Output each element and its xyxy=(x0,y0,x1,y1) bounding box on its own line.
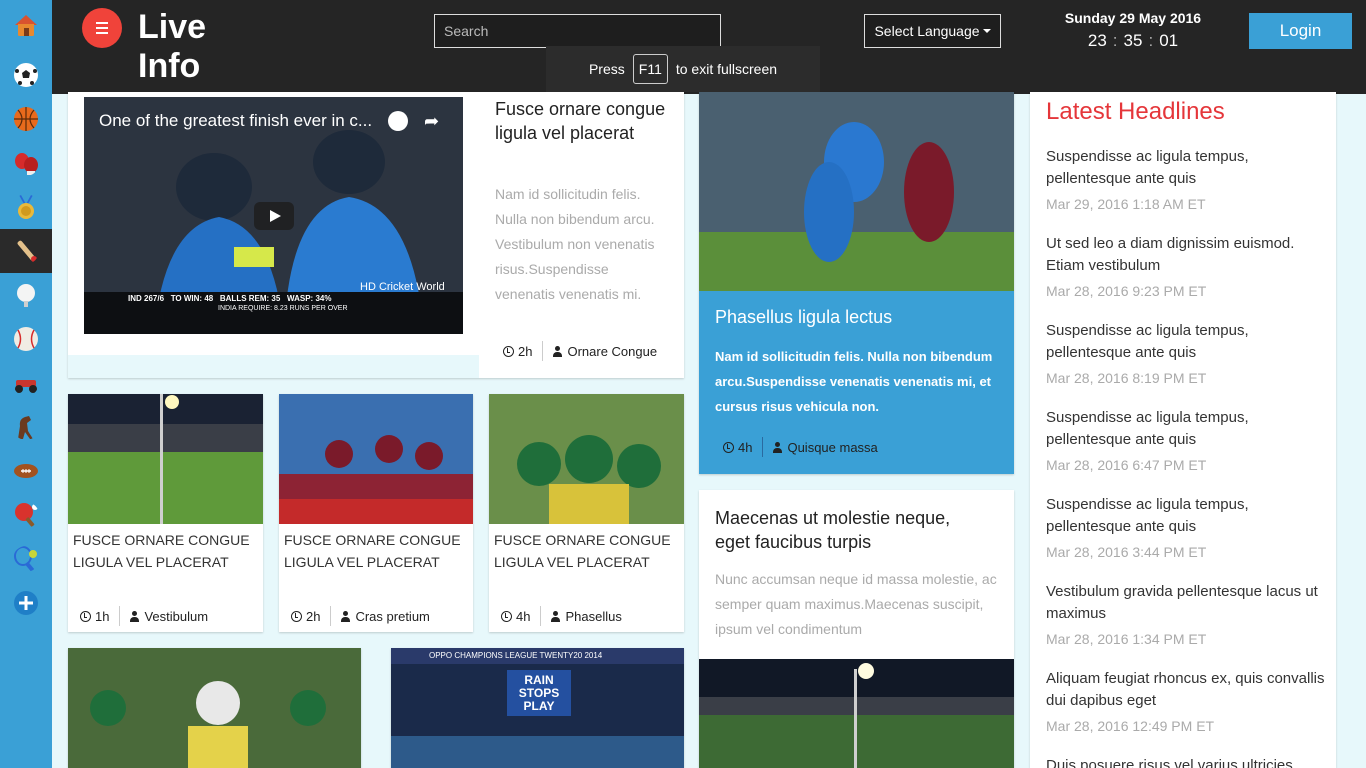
article-title[interactable]: Maecenas ut molestie neque, eget faucibu… xyxy=(715,506,985,554)
headline-item[interactable]: Ut sed leo a diam dignissim euismod. Eti… xyxy=(1046,233,1331,299)
headline-item[interactable]: Suspendisse ac ligula tempus, pellentesq… xyxy=(1046,146,1331,212)
article-card[interactable] xyxy=(68,648,361,768)
highlight-article-card[interactable]: Phasellus ligula lectus Nam id sollicitu… xyxy=(699,92,1014,474)
fullscreen-notice: Press F11 to exit fullscreen xyxy=(546,46,820,92)
sidebar-item-soccer[interactable] xyxy=(0,53,52,97)
user-icon xyxy=(130,610,140,622)
article-caption[interactable]: Fusce ornare congue ligula vel placerat xyxy=(73,529,258,573)
menu-button[interactable] xyxy=(82,8,122,48)
video-player[interactable]: One of the greatest finish ever in c... … xyxy=(84,97,463,334)
featured-article-card[interactable]: One of the greatest finish ever in c... … xyxy=(68,92,684,378)
sidebar-item-golf[interactable] xyxy=(0,273,52,317)
article-card[interactable]: Fusce ornare congue ligula vel placerat … xyxy=(68,394,263,632)
sidebar-item-table-tennis[interactable] xyxy=(0,493,52,537)
sidebar-item-american-football[interactable] xyxy=(0,449,52,493)
user-icon xyxy=(551,610,561,622)
clock-icon xyxy=(291,610,302,622)
user-icon xyxy=(553,345,563,357)
article-card[interactable]: OPPO CHAMPIONS LEAGUE TWENTY20 2014 RAIN… xyxy=(391,648,684,768)
tennis-icon xyxy=(14,546,37,572)
article-card[interactable]: Maecenas ut molestie neque, eget faucibu… xyxy=(699,490,1014,768)
article-summary: Nam id sollicitudin felis. Nulla non bib… xyxy=(715,349,993,414)
article-caption[interactable]: Fusce ornare congue ligula vel placerat xyxy=(284,529,469,573)
share-icon[interactable]: ➦ xyxy=(424,111,439,132)
user-icon xyxy=(341,610,351,622)
golf-icon xyxy=(17,284,35,307)
search-input[interactable] xyxy=(434,14,721,48)
article-summary: Nam id sollicitudin felis. Nulla non bib… xyxy=(495,186,655,302)
article-title[interactable]: Phasellus ligula lectus xyxy=(715,307,892,328)
boxing-icon xyxy=(15,153,38,175)
stadium-night-image xyxy=(68,394,263,524)
site-logo[interactable]: Live Info xyxy=(138,8,258,86)
article-card[interactable]: Fusce ornare congue ligula vel placerat … xyxy=(279,394,473,632)
players-image xyxy=(68,648,361,768)
sidebar-item-home[interactable] xyxy=(0,3,52,47)
video-watermark: HD Cricket World xyxy=(360,281,445,293)
headline-item[interactable]: Duis posuere risus vel varius ultricies xyxy=(1046,755,1331,768)
headline-item[interactable]: Suspendisse ac ligula tempus, pellentesq… xyxy=(1046,494,1331,560)
caret-down-icon xyxy=(982,29,991,33)
sidebar-item-tennis[interactable] xyxy=(0,537,52,581)
sidebar-item-baseball[interactable] xyxy=(0,317,52,361)
sidebar-item-motorsport[interactable] xyxy=(0,361,52,405)
stadium-night-image xyxy=(699,659,1014,768)
cricket-icon xyxy=(17,240,37,262)
rain-sign: RAIN STOPS PLAY xyxy=(518,673,560,713)
article-meta: 2h Cras pretium xyxy=(291,606,430,626)
watch-later-icon[interactable] xyxy=(388,111,408,131)
article-meta: 1h Vestibulum xyxy=(80,606,208,626)
article-meta: 4h Quisque massa xyxy=(723,437,878,457)
article-caption[interactable]: Fusce ornare congue ligula vel placerat xyxy=(494,529,679,573)
sidebar-item-more-sports[interactable] xyxy=(0,581,52,625)
motorsport-icon xyxy=(15,380,37,393)
language-select[interactable]: Select Language xyxy=(864,14,1001,48)
play-icon[interactable] xyxy=(254,202,294,230)
headlines-title: Latest Headlines xyxy=(1046,98,1225,125)
video-title[interactable]: One of the greatest finish ever in c... xyxy=(99,111,372,131)
team-celebration-image xyxy=(279,394,473,524)
f11-key: F11 xyxy=(632,54,668,84)
sports-sidebar xyxy=(0,0,52,768)
scorebar-sub: INDIA REQUIRE: 8.23 RUNS PER OVER xyxy=(218,305,348,312)
headline-item[interactable]: Aliquam feugiat rhoncus ex, quis convall… xyxy=(1046,668,1331,734)
soccer-icon xyxy=(14,63,38,87)
current-date: Sunday 29 May 2016 xyxy=(1064,10,1202,26)
article-meta: 2h Ornare Congue xyxy=(503,341,657,361)
team-huddle-image xyxy=(489,394,684,524)
headline-item[interactable]: Vestibulum gravida pellentesque lacus ut… xyxy=(1046,581,1331,647)
headline-item[interactable]: Suspendisse ac ligula tempus, pellentesq… xyxy=(1046,320,1331,386)
home-icon xyxy=(15,15,37,36)
latest-headlines-panel: Latest Headlines Suspendisse ac ligula t… xyxy=(1030,92,1336,768)
clock-icon xyxy=(723,441,734,453)
article-card[interactable]: Fusce ornare congue ligula vel placerat … xyxy=(489,394,684,632)
user-icon xyxy=(773,441,783,453)
clock-icon xyxy=(503,345,514,357)
medal-icon xyxy=(18,195,34,219)
table-tennis-icon xyxy=(15,503,38,527)
basketball-icon xyxy=(14,107,38,131)
clock-icon xyxy=(80,610,91,622)
scorebar: IND 267/6 TO WIN: 48 BALLS REM: 35 WASP:… xyxy=(128,294,332,303)
article-title[interactable]: Fusce ornare congue ligula vel placerat xyxy=(495,97,671,145)
sidebar-item-basketball[interactable] xyxy=(0,97,52,141)
sidebar-item-cricket[interactable] xyxy=(0,229,52,273)
american-football-icon xyxy=(14,464,38,478)
celebration-image xyxy=(699,92,1014,291)
banner-text: OPPO CHAMPIONS LEAGUE TWENTY20 2014 xyxy=(429,651,603,660)
sidebar-item-boxing[interactable] xyxy=(0,141,52,185)
more-sports-icon xyxy=(14,591,38,615)
horse-racing-icon xyxy=(18,416,33,439)
sidebar-item-medal[interactable] xyxy=(0,185,52,229)
sidebar-item-horse-racing[interactable] xyxy=(0,405,52,449)
article-meta: 4h Phasellus xyxy=(501,606,622,626)
clock-icon xyxy=(501,610,512,622)
baseball-icon xyxy=(14,327,38,351)
headline-item[interactable]: Suspendisse ac ligula tempus, pellentesq… xyxy=(1046,407,1331,473)
live-clock: 23:35:01 xyxy=(1087,31,1179,50)
article-summary: Nunc accumsan neque id massa molestie, a… xyxy=(715,571,997,637)
login-button[interactable]: Login xyxy=(1249,13,1352,49)
